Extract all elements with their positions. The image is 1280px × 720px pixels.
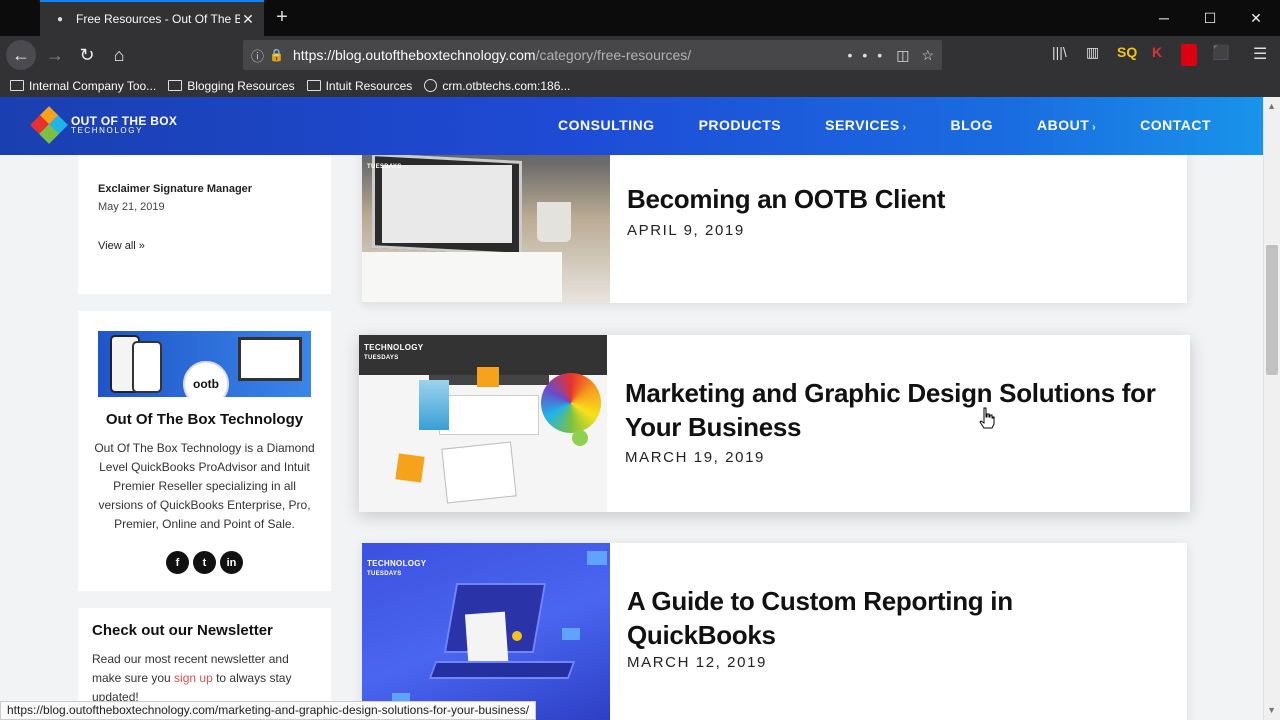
phone-illustration (132, 341, 162, 393)
chevron-right-icon: › (1092, 122, 1097, 133)
nav-contact[interactable]: CONTACT (1140, 117, 1211, 133)
minimize-icon[interactable]: ─ (1141, 0, 1187, 36)
extension-k-icon[interactable]: K (1152, 44, 1162, 66)
post-title[interactable]: Becoming an OOTB Client (627, 182, 1157, 216)
bookmark-label: Internal Company Too... (29, 78, 157, 93)
menu-icon[interactable]: ☰ (1253, 44, 1267, 66)
main-nav: CONSULTING PRODUCTS SERVICES › BLOG ABOUT… (514, 117, 1211, 133)
bookmark-intuit-resources[interactable]: Intuit Resources (306, 78, 413, 93)
folder-icon (10, 80, 24, 91)
post-title[interactable]: Marketing and Graphic Design Solutions f… (625, 376, 1160, 444)
bookmark-label: Blogging Resources (187, 78, 295, 93)
scroll-down-icon[interactable]: ▼ (1267, 705, 1276, 715)
company-name: Out Of The Box Technology (105, 411, 304, 428)
post-card[interactable]: TECHNOLOGY TUESDAYS Marketing and Graphic… (359, 335, 1190, 512)
newsletter-title: Check out our Newsletter (92, 622, 273, 639)
tab-bar: ● Free Resources - Out Of The Bo ✕ + ─ ☐… (0, 0, 1280, 36)
folder-icon (168, 80, 183, 91)
nav-about[interactable]: ABOUT › (1037, 117, 1096, 133)
ootb-badge: ootb (183, 361, 229, 397)
extension-dark-icon[interactable]: ⬛ (1212, 44, 1229, 66)
nav-label: PRODUCTS (698, 117, 782, 133)
bookmark-crm[interactable]: crm.otbtechs.com:186... (424, 79, 570, 93)
forward-icon[interactable]: → (40, 40, 70, 70)
close-window-icon[interactable]: ✕ (1233, 0, 1279, 36)
signup-link[interactable]: sign up (174, 671, 213, 685)
nav-services[interactable]: SERVICES › (825, 117, 906, 133)
vertical-scrollbar[interactable] (1263, 97, 1280, 720)
recent-post-date: May 21, 2019 (98, 201, 165, 213)
pocket-icon[interactable]: ◫ (896, 47, 909, 64)
bookmark-label: Intuit Resources (325, 78, 413, 93)
extension-seo-icon[interactable]: SQ (1117, 44, 1137, 66)
scrollbar-thumb[interactable] (1266, 245, 1278, 375)
url-path: /category/free-resources/ (535, 47, 692, 63)
nav-label: ABOUT (1036, 117, 1090, 133)
site-header: OUT OF THE BOX TECHNOLOGY CONSULTING PRO… (0, 97, 1263, 155)
url-bar[interactable]: ⓘ 🔒 https://blog.outoftheboxtechnology.c… (243, 40, 942, 70)
logo-line2: TECHNOLOGY (71, 126, 144, 135)
linkedin-icon[interactable]: in (220, 551, 243, 574)
bookmark-label: crm.otbtechs.com:186... (442, 78, 571, 93)
nav-label: CONTACT (1140, 117, 1211, 133)
company-description: Out Of The Box Technology is a Diamond L… (94, 441, 315, 531)
page-viewport: OUT OF THE BOX TECHNOLOGY CONSULTING PRO… (0, 97, 1280, 720)
url-domain: https://blog.outoftheboxtechnology.com (293, 47, 536, 63)
back-icon[interactable]: ← (6, 40, 36, 70)
nav-products[interactable]: PRODUCTS (699, 117, 782, 133)
recent-post-title[interactable]: Exclaimer Signature Manager (98, 183, 252, 195)
hand-cursor-icon (979, 407, 995, 429)
home-icon[interactable]: ⌂ (104, 40, 134, 70)
new-tab-icon[interactable]: + (272, 6, 292, 30)
folder-icon (306, 80, 321, 91)
logo-mark-icon (30, 106, 68, 144)
tab-title: Free Resources - Out Of The Bo (76, 12, 240, 26)
bookmark-internal-tools[interactable]: Internal Company Too... (10, 79, 156, 93)
site-logo[interactable]: OUT OF THE BOX TECHNOLOGY (30, 106, 177, 144)
favicon-icon: ● (56, 13, 64, 25)
page-actions-icon[interactable]: ••• (847, 47, 892, 63)
nav-blog[interactable]: BLOG (951, 117, 993, 133)
maximize-icon[interactable]: ☐ (1187, 0, 1233, 36)
promo-banner-image[interactable]: ootb (98, 331, 311, 397)
info-icon[interactable]: ⓘ (251, 46, 269, 65)
status-bar-url: https://blog.outoftheboxtechnology.com/m… (0, 701, 537, 720)
post-thumbnail[interactable]: TECHNOLOGY TUESDAYS (362, 543, 610, 720)
monitor-illustration (238, 337, 302, 381)
library-icon[interactable]: |||\ (1052, 44, 1067, 66)
url-text[interactable]: https://blog.outoftheboxtechnology.com/c… (293, 47, 847, 63)
post-card[interactable]: TECHNOLOGY TUESDAYS A Guide to Custom Rep… (362, 543, 1187, 720)
twitter-icon[interactable]: t (193, 551, 216, 574)
post-tag: TECHNOLOGY TUESDAYS (367, 559, 427, 577)
newsletter-text: Read our most recent newsletter and make… (92, 650, 317, 707)
post-date: MARCH 12, 2019 (627, 654, 767, 671)
post-tag: TECHNOLOGY TUESDAYS (364, 343, 424, 361)
extension-red-icon[interactable] (1181, 44, 1197, 66)
post-title[interactable]: A Guide to Custom Reporting in QuickBook… (627, 584, 1157, 652)
bookmarks-bar: Internal Company Too... Blogging Resourc… (0, 74, 1280, 97)
nav-label: CONSULTING (558, 117, 655, 133)
chevron-right-icon: › (902, 122, 907, 133)
nav-label: SERVICES (825, 117, 900, 133)
tab-free-resources[interactable]: ● Free Resources - Out Of The Bo ✕ (40, 0, 264, 36)
lock-icon[interactable]: 🔒 (269, 48, 287, 62)
bookmark-star-icon[interactable]: ☆ (921, 47, 934, 64)
sidebar-icon[interactable]: ▥ (1086, 44, 1099, 66)
bookmark-blogging-resources[interactable]: Blogging Resources (168, 78, 295, 93)
post-thumbnail[interactable]: TECHNOLOGY TUESDAYS (359, 335, 607, 512)
reload-icon[interactable]: ↻ (72, 40, 102, 70)
company-card: ootb Out Of The Box Technology Out Of Th… (78, 311, 331, 591)
post-date: MARCH 19, 2019 (625, 449, 765, 466)
nav-consulting[interactable]: CONSULTING (558, 117, 655, 133)
globe-icon (424, 79, 438, 92)
view-all-link[interactable]: View all » (98, 240, 145, 252)
scroll-up-icon[interactable]: ▲ (1267, 101, 1276, 111)
nav-label: BLOG (950, 117, 993, 133)
social-links: f t in (78, 551, 331, 574)
close-tab-icon[interactable]: ✕ (240, 11, 256, 28)
post-tag: TUESDAYS (367, 164, 402, 170)
post-date: APRIL 9, 2019 (627, 222, 745, 239)
facebook-icon[interactable]: f (166, 551, 189, 574)
